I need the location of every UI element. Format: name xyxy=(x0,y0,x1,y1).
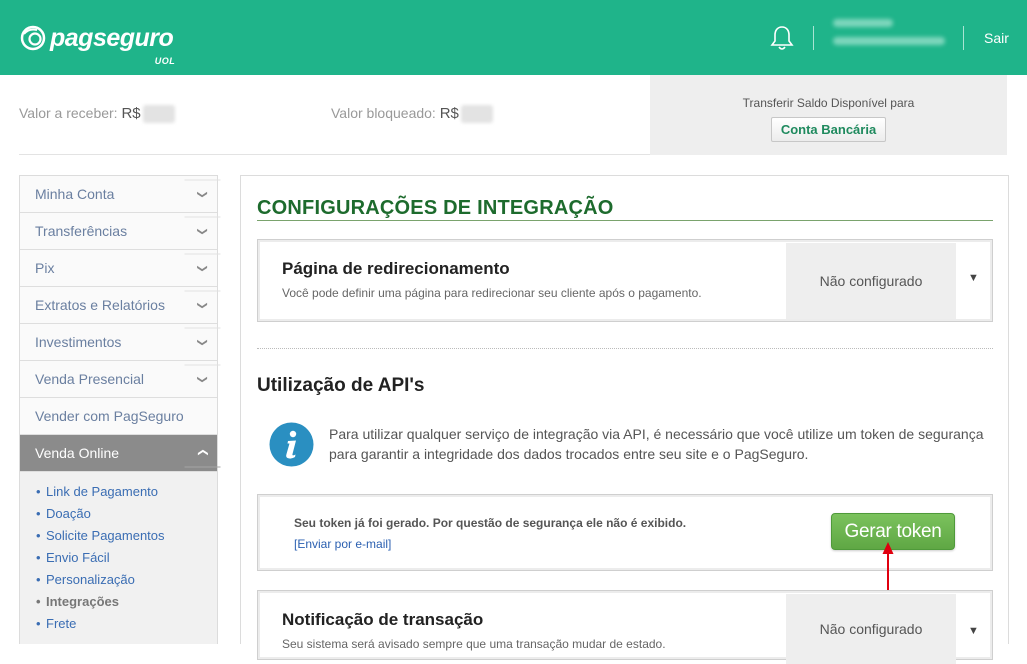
caret-down-icon[interactable]: ▼ xyxy=(968,625,979,637)
submenu-item-envio-facil[interactable]: • Envio Fácil xyxy=(36,547,217,569)
red-arrow-icon xyxy=(882,542,894,590)
title-underline xyxy=(257,220,993,221)
sidebar-item-venda-presencial[interactable]: Venda Presencial ❯ xyxy=(20,361,221,398)
submenu-item-doacao[interactable]: • Doação xyxy=(36,503,217,525)
sidebar: Minha Conta ❯ Transferências ❯ Pix ❯ Ext… xyxy=(19,175,221,644)
chevron-down-icon[interactable]: ❯ xyxy=(184,290,221,320)
logo-icon xyxy=(20,25,46,51)
sidebar-item-minha-conta[interactable]: Minha Conta ❯ xyxy=(20,176,221,213)
chevron-up-icon[interactable]: ❯ xyxy=(184,438,221,468)
bank-account-button[interactable]: Conta Bancária xyxy=(770,117,887,142)
section-divider xyxy=(257,348,993,349)
sidebar-item-label: Transferências xyxy=(35,223,128,239)
balance-receive: Valor a receber: R$ xyxy=(19,105,175,124)
sidebar-item-investimentos[interactable]: Investimentos ❯ xyxy=(20,324,221,361)
sidebar-submenu: • Link de Pagamento • Doação • Solicite Pag… xyxy=(20,472,217,635)
balance-divider xyxy=(19,154,650,155)
main-panel: CONFIGURAÇÕES DE INTEGRAÇÃO Página de re… xyxy=(240,175,1009,664)
header-separator xyxy=(813,26,814,50)
notification-title: Notificação de transação xyxy=(282,610,484,629)
api-section-title: Utilização de API's xyxy=(257,375,425,396)
sidebar-item-venda-online[interactable]: Venda Online ❯ xyxy=(20,435,221,472)
info-icon xyxy=(269,422,314,467)
submenu-item-personalizacao[interactable]: • Personalização xyxy=(36,569,217,591)
page-title: CONFIGURAÇÕES DE INTEGRAÇÃO xyxy=(257,197,614,219)
transfer-box: Transferir Saldo Disponível para Conta B… xyxy=(650,75,1007,155)
sidebar-item-label: Venda Presencial xyxy=(35,371,144,387)
send-email-link[interactable]: [Enviar por e-mail] xyxy=(294,537,391,551)
chevron-down-icon[interactable]: ❯ xyxy=(184,179,221,209)
redirect-desc: Você pode definir uma página para redire… xyxy=(282,286,702,300)
api-info-text: Para utilizar qualquer serviço de integr… xyxy=(329,426,984,462)
chevron-down-icon[interactable]: ❯ xyxy=(184,216,221,246)
submenu-item-solicite-pagamentos[interactable]: • Solicite Pagamentos xyxy=(36,525,217,547)
token-message: Seu token já foi gerado. Por questão de … xyxy=(294,516,687,530)
sidebar-item-label: Investimentos xyxy=(35,334,122,350)
redirect-title: Página de redirecionamento xyxy=(282,259,510,278)
sidebar-item-pix[interactable]: Pix ❯ xyxy=(20,250,221,287)
chevron-down-icon[interactable]: ❯ xyxy=(184,253,221,283)
notification-card[interactable]: Notificação de transação Seu sistema ser… xyxy=(257,590,993,664)
sidebar-item-label: Venda Online xyxy=(35,445,120,461)
submenu-item-integracoes[interactable]: • Integrações xyxy=(36,591,217,613)
blocked-value-hidden xyxy=(460,105,493,124)
submenu-item-link-pagamento[interactable]: • Link de Pagamento xyxy=(36,481,217,503)
currency: R$ xyxy=(439,105,459,122)
receive-value-hidden xyxy=(142,105,175,124)
submenu-item-frete[interactable]: • Frete xyxy=(36,613,217,635)
sidebar-item-vender-com-pagseguro[interactable]: Vender com PagSeguro xyxy=(20,398,217,435)
sidebar-item-extratos[interactable]: Extratos e Relatórios ❯ xyxy=(20,287,221,324)
user-info[interactable] xyxy=(833,19,945,55)
chevron-down-icon[interactable]: ❯ xyxy=(184,364,221,394)
notification-desc: Seu sistema será avisado sempre que uma … xyxy=(282,637,666,651)
sidebar-item-label: Vender com PagSeguro xyxy=(35,408,184,424)
currency: R$ xyxy=(121,105,141,122)
transfer-label: Transferir Saldo Disponível para xyxy=(742,96,915,110)
bell-icon[interactable] xyxy=(769,24,795,52)
sidebar-item-label: Extratos e Relatórios xyxy=(35,297,165,313)
chevron-down-icon[interactable]: ❯ xyxy=(184,327,221,357)
sidebar-item-label: Pix xyxy=(35,260,55,276)
sidebar-item-transferencias[interactable]: Transferências ❯ xyxy=(20,213,221,250)
balance-receive-label: Valor a receber: xyxy=(19,105,118,121)
balance-blocked-label: Valor bloqueado: xyxy=(331,105,436,121)
caret-down-icon[interactable]: ▼ xyxy=(968,272,979,284)
top-header: pagseguro UOL Sair xyxy=(0,0,1027,75)
pagseguro-logo[interactable]: pagseguro UOL xyxy=(20,20,175,66)
redirect-status: Não configurado xyxy=(786,243,956,319)
logo-sub: UOL xyxy=(154,56,176,66)
logo-text: pagseguro UOL xyxy=(50,25,175,66)
sidebar-item-label: Minha Conta xyxy=(35,186,115,202)
header-separator xyxy=(963,26,964,50)
notification-status: Não configurado xyxy=(786,594,956,664)
redirect-card[interactable]: Página de redirecionamento Você pode def… xyxy=(257,239,993,322)
balance-blocked: Valor bloqueado: R$ xyxy=(331,105,493,124)
logout-link[interactable]: Sair xyxy=(984,30,1009,46)
